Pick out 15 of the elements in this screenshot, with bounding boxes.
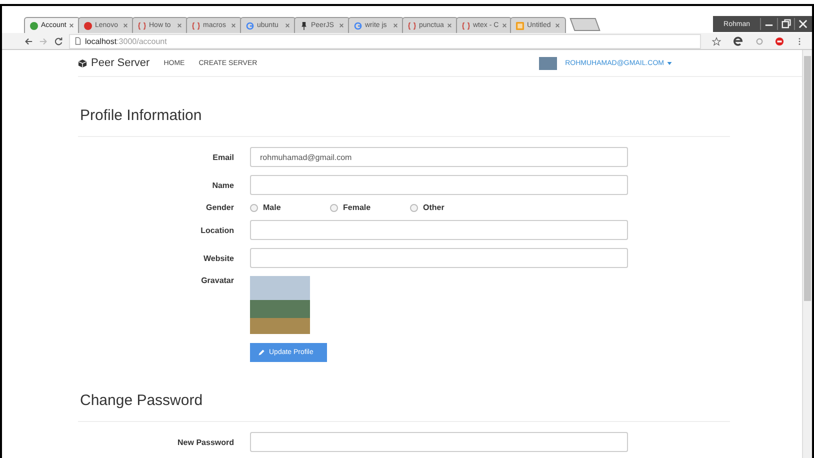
address-bar[interactable]: localhost:3000/account <box>69 34 701 48</box>
field-label: Location <box>200 226 234 234</box>
radio-label[interactable]: Female <box>343 203 371 212</box>
input-field[interactable]: rohmuhamad@gmail.com <box>250 147 628 167</box>
field-label: Gravatar <box>200 276 234 285</box>
field-label: New Password <box>176 438 234 446</box>
field-label: Gender <box>204 203 234 212</box>
radio-label[interactable]: Male <box>263 203 281 212</box>
section-heading: Change Password <box>78 362 730 422</box>
brand-name[interactable]: Peer Server <box>91 57 150 69</box>
radio-label[interactable]: Other <box>423 203 444 212</box>
section-heading: Profile Information <box>78 77 730 137</box>
field-label: Website <box>202 254 234 262</box>
field-label: Name <box>211 180 234 190</box>
field-label: Email <box>212 152 234 162</box>
